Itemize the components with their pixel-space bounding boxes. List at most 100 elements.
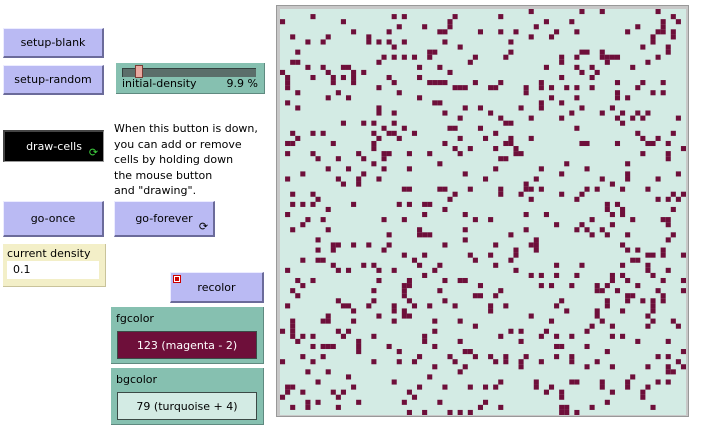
live-cell [356, 176, 362, 182]
live-cell [483, 399, 489, 405]
live-cell [569, 333, 575, 339]
live-cell [386, 39, 392, 45]
live-cell [320, 354, 326, 360]
live-cell [457, 135, 463, 141]
slider-track[interactable] [122, 65, 256, 78]
live-cell [452, 191, 458, 197]
live-cell [356, 338, 362, 344]
draw-cells-button[interactable]: draw-cells ⟳ [3, 130, 104, 162]
world-view[interactable] [276, 5, 689, 417]
live-cell [295, 49, 301, 55]
live-cell [285, 74, 291, 81]
live-cell [604, 201, 610, 207]
fgcolor-value[interactable]: 123 (magenta - 2) [117, 331, 257, 359]
bgcolor-value[interactable]: 79 (turquoise + 4) [117, 392, 257, 420]
live-cell [330, 343, 336, 350]
go-forever-button[interactable]: go-forever ⟳ [114, 201, 215, 237]
live-cell [559, 409, 565, 415]
live-cell [411, 54, 418, 60]
live-cell [351, 384, 357, 390]
bgcolor-chooser[interactable]: bgcolor 79 (turquoise + 4) [111, 368, 264, 425]
live-cell [559, 191, 565, 197]
live-cell [462, 364, 468, 370]
live-cell [625, 298, 631, 304]
live-cell [381, 247, 387, 253]
live-cell [645, 364, 651, 370]
live-cell [625, 379, 631, 385]
live-cell [315, 156, 321, 162]
live-cell [574, 272, 580, 278]
live-cell [665, 354, 671, 360]
live-cell [599, 384, 605, 390]
live-cell [645, 384, 651, 390]
live-cell [620, 206, 626, 213]
draw-cells-note: When this button is down, you can add or… [114, 121, 264, 199]
live-cell [625, 277, 631, 284]
live-cell [300, 283, 306, 289]
live-cell [447, 24, 453, 30]
live-cell [564, 308, 570, 314]
live-cell [295, 293, 301, 299]
cell-grid[interactable] [280, 9, 686, 415]
live-cell [594, 359, 600, 365]
live-cell [650, 34, 656, 40]
live-cell [599, 379, 605, 385]
live-cell [599, 49, 605, 55]
live-cell [589, 323, 595, 329]
live-cell [559, 59, 565, 65]
live-cell [625, 232, 631, 238]
initial-density-slider[interactable]: initial-density 9.9 % [116, 63, 265, 94]
live-cell [376, 105, 382, 111]
fgcolor-chooser[interactable]: fgcolor 123 (magenta - 2) [111, 307, 264, 364]
live-cell [614, 95, 621, 101]
draw-cells-label: draw-cells [26, 140, 82, 153]
live-cell [345, 303, 352, 309]
live-cell [376, 110, 382, 116]
live-cell [340, 64, 346, 70]
setup-random-button[interactable]: setup-random [3, 65, 104, 95]
live-cell [620, 272, 626, 278]
live-cell [528, 115, 534, 121]
slider-label: initial-density [122, 77, 197, 90]
note-line: cells by holding down [114, 153, 234, 166]
live-cell [508, 120, 514, 126]
live-cell [665, 237, 671, 243]
live-cell [300, 333, 306, 339]
live-cell [386, 232, 392, 238]
live-cell [528, 135, 534, 141]
live-cell [498, 379, 504, 385]
live-cell [417, 64, 423, 70]
live-cell [376, 277, 382, 284]
recolor-button[interactable]: recolor [170, 272, 264, 303]
live-cell [371, 333, 377, 339]
live-cell [609, 181, 615, 187]
live-cell [325, 369, 331, 375]
live-cell [569, 354, 575, 360]
live-cell [655, 54, 661, 60]
live-cell [569, 379, 575, 385]
live-cell [680, 146, 686, 152]
live-cell [574, 196, 580, 202]
slider-value: 9.9 % [226, 77, 258, 90]
live-cell [371, 262, 377, 268]
live-cell [645, 262, 651, 268]
live-cell [351, 80, 357, 86]
live-cell [467, 384, 473, 390]
live-cell [528, 242, 534, 248]
live-cell [604, 349, 610, 355]
live-cell [650, 272, 656, 278]
live-cell [325, 206, 331, 213]
live-cell [604, 283, 610, 289]
live-cell [351, 29, 357, 35]
setup-blank-button[interactable]: setup-blank [3, 28, 104, 58]
live-cell [670, 14, 676, 20]
live-cell [391, 318, 397, 324]
live-cell [528, 272, 534, 278]
live-cell [584, 328, 590, 334]
live-cell [361, 262, 367, 268]
live-cell [518, 338, 524, 344]
go-once-button[interactable]: go-once [3, 201, 104, 237]
live-cell [310, 201, 316, 207]
live-cell [543, 389, 549, 395]
live-cell [427, 232, 433, 238]
